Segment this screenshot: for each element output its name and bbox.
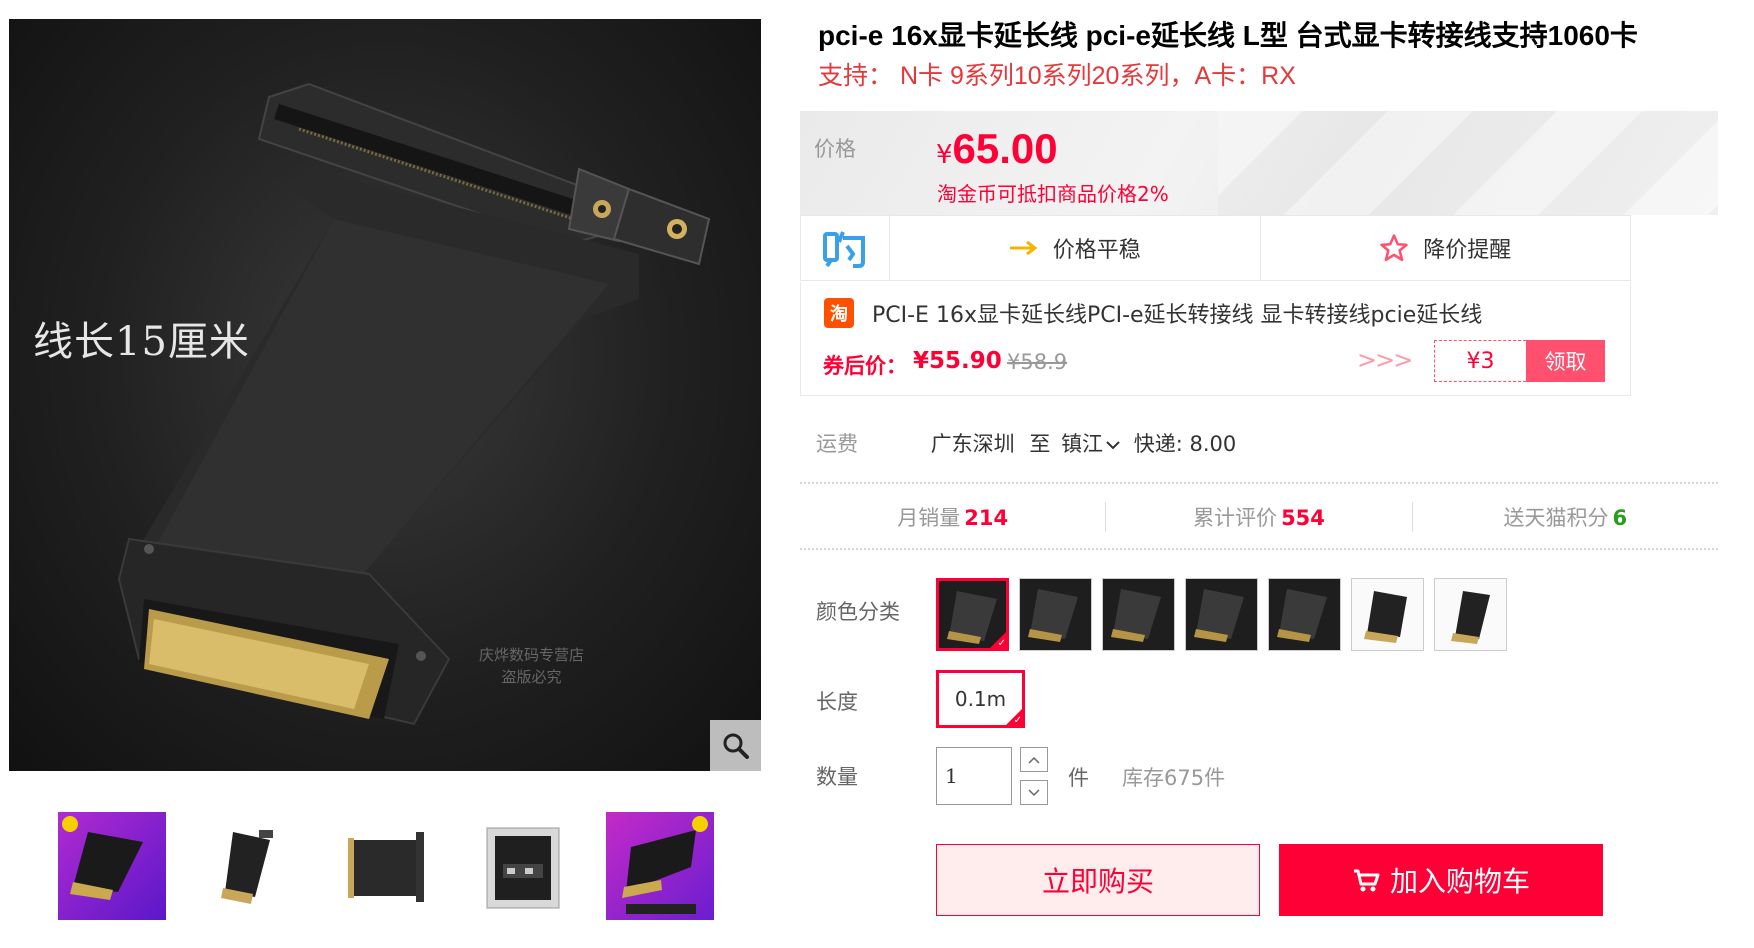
- color-label: 颜色分类: [816, 600, 900, 624]
- stock-count: 库存675件: [1122, 766, 1226, 790]
- watermark-line-2: 盗版必究: [501, 668, 562, 686]
- shipping-destination: 镇江: [1061, 432, 1104, 456]
- thumbnail-4[interactable]: [469, 812, 577, 920]
- price-amount: 65.00: [952, 125, 1058, 172]
- price-panel: 价格 ¥65.00 淘金币可抵扣商品价格2%: [800, 111, 1718, 215]
- color-swatch-2[interactable]: [1019, 578, 1092, 651]
- quantity-unit: 件: [1068, 766, 1089, 790]
- main-product-image[interactable]: 线长15厘米 庆烨数码专营店 盗版必究: [9, 19, 761, 771]
- points-value: 6: [1612, 506, 1628, 530]
- color-swatch-6[interactable]: [1351, 578, 1424, 651]
- chevron-down-icon: [1028, 788, 1040, 796]
- color-swatch-7[interactable]: [1434, 578, 1507, 651]
- shipping-to-word: 至: [1029, 432, 1051, 456]
- image-caption: 线长15厘米: [33, 319, 250, 365]
- add-to-cart-label: 加入购物车: [1389, 865, 1530, 898]
- points-label: 送天猫积分: [1503, 506, 1609, 530]
- tmall-points: 送天猫积分 6: [1411, 502, 1718, 532]
- color-swatches: [936, 578, 1507, 651]
- monthly-sales-label: 月销量: [897, 506, 961, 530]
- gou-logo-icon: [801, 216, 890, 280]
- price-stable-indicator: 价格平稳: [890, 216, 1260, 280]
- product-title: pci-e 16x显卡延长线 pci-e延长线 L型 台式显卡转接线支持1060…: [818, 20, 1638, 51]
- shipping-from: 广东深圳: [930, 432, 1015, 456]
- price-stable-label: 价格平稳: [1052, 238, 1141, 263]
- monthly-sales: 月销量 214: [800, 502, 1105, 532]
- price-label: 价格: [814, 137, 856, 161]
- add-to-cart-button[interactable]: 加入购物车: [1279, 844, 1603, 916]
- chevron-down-icon: [1106, 441, 1120, 450]
- coupon-after-price: ¥55.90: [913, 348, 1002, 374]
- claim-coupon-button[interactable]: 领取: [1526, 340, 1605, 382]
- currency-symbol: ¥: [936, 140, 953, 170]
- quantity-label: 数量: [816, 765, 858, 789]
- product-subtitle: 支持： N卡 9系列10系列20系列，A卡：RX: [818, 62, 1296, 90]
- watermark-line-1: 庆烨数码专营店: [479, 646, 585, 664]
- coupon-after-label: 券后价：: [823, 354, 907, 378]
- coupon-panel: 淘 PCI-E 16x显卡延长线PCI-e延长转接线 显卡转接线pcie延长线 …: [800, 282, 1631, 396]
- shipping-label: 运费: [816, 432, 858, 456]
- quantity-input[interactable]: [936, 747, 1012, 805]
- thumbnail-2[interactable]: [195, 812, 303, 920]
- thumbnail-5[interactable]: [606, 812, 714, 920]
- total-reviews[interactable]: 累计评价 554: [1105, 502, 1411, 532]
- price-drop-alert-button[interactable]: 降价提醒: [1259, 216, 1631, 280]
- chevrons-icon: >>>: [1357, 346, 1413, 374]
- selected-check-icon: [1006, 709, 1022, 726]
- length-value: 0.1m: [954, 687, 1007, 711]
- star-icon: [1380, 234, 1408, 262]
- reviews-label: 累计评价: [1193, 506, 1278, 530]
- price-trend-bar: 价格平稳 降价提醒: [800, 215, 1631, 281]
- taojinbi-note: 淘金币可抵扣商品价格2%: [937, 182, 1169, 206]
- color-swatch-1[interactable]: [936, 578, 1009, 651]
- coupon-amount: ¥3: [1434, 340, 1526, 382]
- thumbnail-3[interactable]: [332, 812, 440, 920]
- quantity-increase-button[interactable]: [1020, 747, 1048, 772]
- coupon-ticket[interactable]: ¥3 领取: [1434, 340, 1605, 382]
- color-swatch-3[interactable]: [1102, 578, 1175, 651]
- quantity-decrease-button[interactable]: [1020, 780, 1048, 805]
- coupon-original-price: ¥58.9: [1007, 350, 1068, 374]
- image-watermark: 庆烨数码专营店 盗版必究: [479, 644, 584, 688]
- price-drop-alert-label: 降价提醒: [1423, 238, 1512, 263]
- length-option-selected[interactable]: 0.1m: [936, 670, 1025, 728]
- cart-icon: [1353, 869, 1380, 892]
- search-icon: [723, 733, 749, 759]
- chevron-up-icon: [1028, 756, 1040, 764]
- shipping-row: 运费 广东深圳 至 镇江 快递: 8.00: [816, 428, 1236, 458]
- shipping-destination-dropdown[interactable]: 镇江: [1061, 432, 1128, 456]
- thumbnail-strip: [58, 812, 714, 920]
- shipping-method: 快递: 8.00: [1133, 432, 1237, 456]
- reviews-value: 554: [1281, 506, 1325, 530]
- riser-cable-illustration: [117, 82, 711, 726]
- color-swatch-5[interactable]: [1268, 578, 1341, 651]
- divider: [800, 548, 1718, 550]
- coupon-product-title[interactable]: PCI-E 16x显卡延长线PCI-e延长转接线 显卡转接线pcie延长线: [872, 297, 1482, 329]
- selected-check-icon: [990, 632, 1006, 648]
- product-page: 线长15厘米 庆烨数码专营店 盗版必究 pci-e 16x显卡延长线 pci-e…: [0, 0, 1754, 948]
- length-label: 长度: [816, 690, 858, 714]
- arrow-right-icon: [1009, 240, 1038, 256]
- price-value: ¥65.00: [936, 125, 1058, 173]
- color-swatch-4[interactable]: [1185, 578, 1258, 651]
- taobao-logo-icon: 淘: [824, 298, 854, 328]
- thumbnail-1[interactable]: [58, 812, 166, 920]
- zoom-button[interactable]: [710, 720, 761, 771]
- buy-now-button[interactable]: 立即购买: [936, 844, 1260, 916]
- monthly-sales-value: 214: [964, 506, 1009, 530]
- sales-stats: 月销量 214 累计评价 554 送天猫积分 6: [800, 484, 1718, 550]
